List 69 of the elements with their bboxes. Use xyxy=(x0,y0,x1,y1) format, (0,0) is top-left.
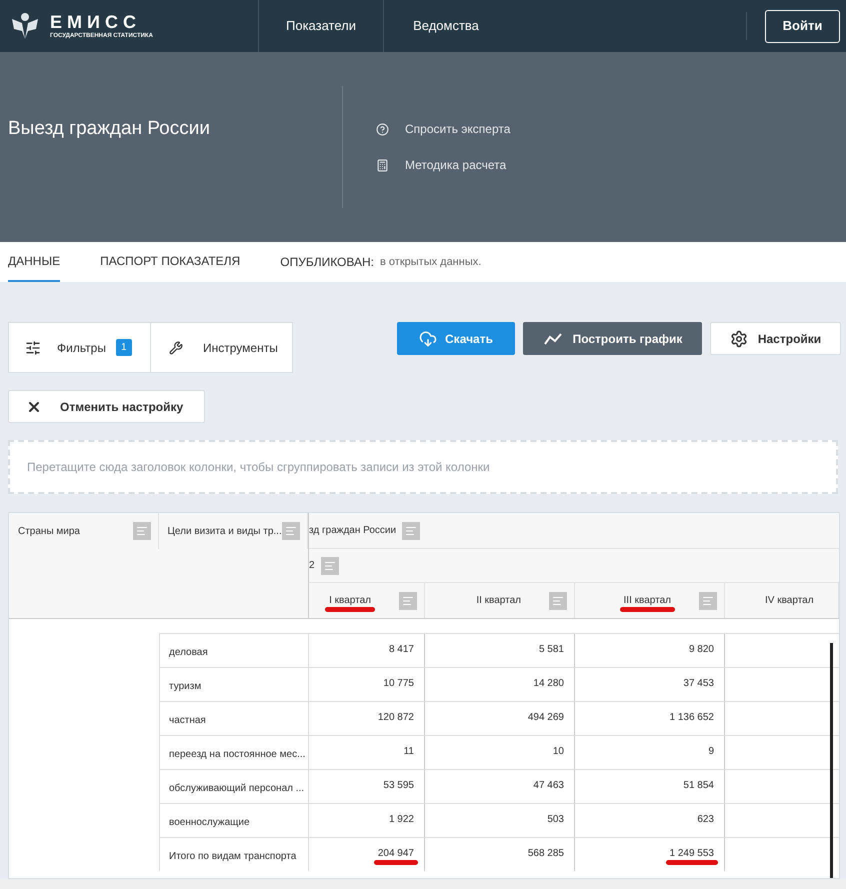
column-menu-icon[interactable] xyxy=(282,522,300,540)
column-menu-icon[interactable] xyxy=(549,592,567,610)
table-cell: 623 xyxy=(575,804,725,837)
published-label: ОПУБЛИКОВАН: xyxy=(280,254,374,271)
table-cell: 53 595 xyxy=(309,770,425,803)
table-cell: 37 453 xyxy=(575,668,725,701)
tools-tab[interactable]: Инструменты xyxy=(151,322,293,373)
column-header[interactable]: Цели визита и виды тр... xyxy=(158,513,308,549)
filters-tab[interactable]: Фильтры 1 xyxy=(8,322,151,373)
build-chart-button[interactable]: Построить график xyxy=(523,322,702,355)
login-button[interactable]: Войти xyxy=(765,10,840,42)
column-header[interactable]: II квартал xyxy=(425,583,575,618)
column-menu-icon[interactable] xyxy=(320,556,339,574)
table-cell: 120 872 xyxy=(309,702,425,735)
column-menu-icon[interactable] xyxy=(132,522,150,540)
row-label: туризм xyxy=(159,668,309,701)
table-cell: 14 280 xyxy=(425,668,575,701)
settings-button[interactable]: Настройки xyxy=(710,322,841,355)
calculator-icon xyxy=(376,158,389,172)
table-cell: 204 947 xyxy=(309,838,425,871)
group-header[interactable]: зд граждан России xyxy=(309,513,839,549)
table-cell: 1 249 553 xyxy=(575,838,725,871)
subgroup-header[interactable]: 2 xyxy=(309,549,839,583)
row-label: военнослужащие xyxy=(159,804,309,837)
tab[interactable]: ДАННЫЕ xyxy=(8,242,60,282)
sliders-icon xyxy=(25,340,41,356)
column-menu-icon[interactable] xyxy=(402,522,420,540)
table-cell: 10 775 xyxy=(309,668,425,701)
wrench-icon xyxy=(169,340,183,354)
published-value: в открытых данных. xyxy=(380,254,482,270)
column-menu-icon[interactable] xyxy=(699,592,717,610)
row-label: деловая xyxy=(159,634,309,667)
hero-link-label: Спросить эксперта xyxy=(405,121,510,138)
page-title: Выезд граждан России xyxy=(8,117,211,141)
table-cell: 51 854 xyxy=(575,770,725,803)
filter-count-badge: 1 xyxy=(116,339,132,356)
table-cell: 9 xyxy=(575,736,725,769)
table-cell: 9 820 xyxy=(575,634,725,667)
logo-title: Е М И С С xyxy=(50,12,137,32)
cloud-download-icon xyxy=(419,330,438,348)
table-cell: 5 581 xyxy=(425,634,575,667)
table-cell: 10 xyxy=(425,736,575,769)
hero-link[interactable]: Методика расчета xyxy=(376,156,510,174)
column-header[interactable]: I квартал xyxy=(309,583,425,618)
hero-link-label: Методика расчета xyxy=(405,157,506,174)
column-header[interactable]: Страны мира xyxy=(9,513,158,549)
table-cell: 503 xyxy=(425,804,575,837)
row-label: Итого по видам транспорта xyxy=(159,838,309,871)
table-cell: 11 xyxy=(309,736,425,769)
settings-icon xyxy=(730,330,748,348)
row-label: переезд на постоянное мес... xyxy=(159,736,309,769)
column-header[interactable]: IV квартал xyxy=(725,583,839,618)
tab[interactable]: ПАСПОРТ ПОКАЗАТЕЛЯ xyxy=(100,242,240,282)
hero-link[interactable]: Спросить эксперта xyxy=(376,120,510,138)
table-cell: 1 136 652 xyxy=(575,702,725,735)
column-menu-icon[interactable] xyxy=(399,592,417,610)
table-cell: 568 285 xyxy=(425,838,575,871)
help-icon xyxy=(376,122,389,136)
scrollbar[interactable] xyxy=(830,643,833,878)
table-cell: 47 463 xyxy=(425,770,575,803)
row-label: частная xyxy=(159,702,309,735)
line-chart-icon xyxy=(542,332,563,346)
column-header[interactable]: III квартал xyxy=(575,583,725,618)
table-cell: 8 417 xyxy=(309,634,425,667)
reset-settings-button[interactable]: Отменить настройку xyxy=(8,390,205,423)
drop-zone-hint: Перетащите сюда заголовок колонки, чтобы сгруппировать записи из этой колонки xyxy=(27,459,490,476)
row-label: обслуживающий персонал ... xyxy=(159,770,309,803)
table-cell: 1 922 xyxy=(309,804,425,837)
table-cell: 494 269 xyxy=(425,702,575,735)
